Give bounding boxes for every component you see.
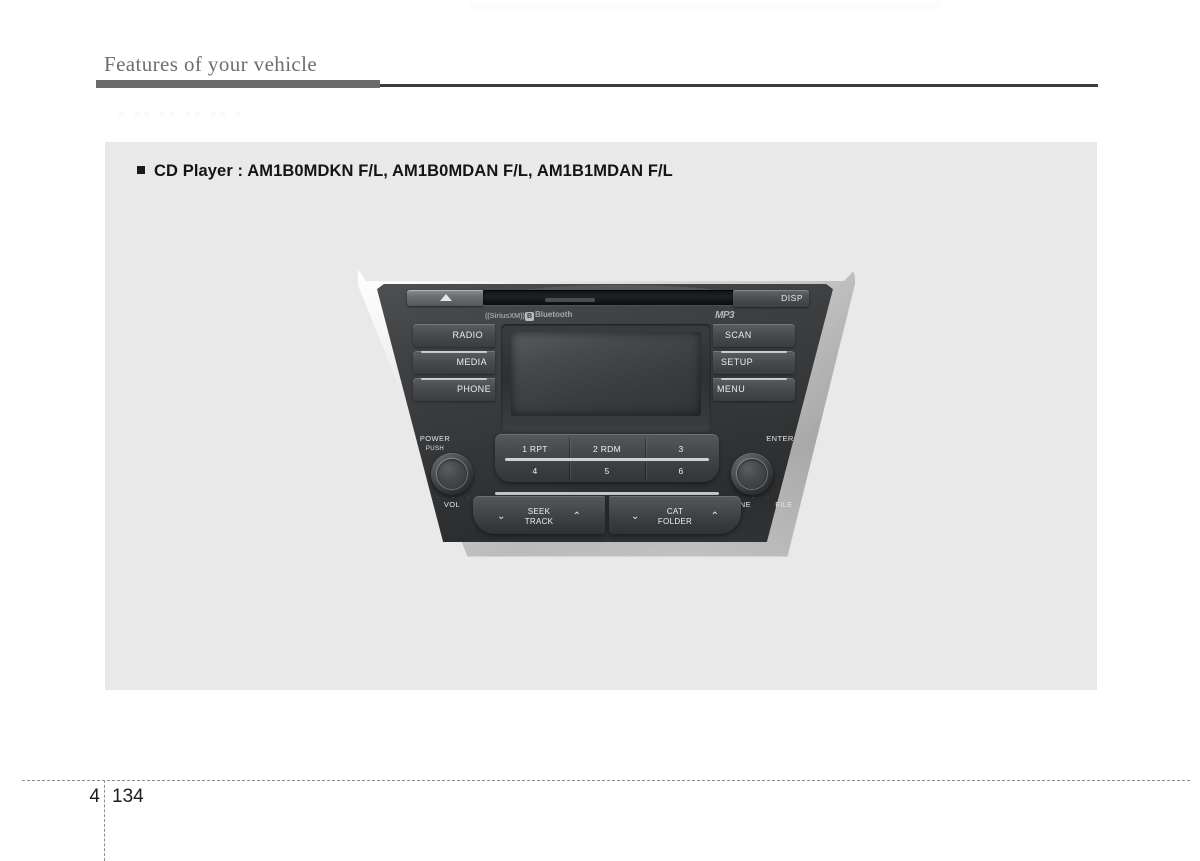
push-label: PUSH — [425, 446, 445, 452]
footer-divider-horizontal — [22, 780, 1190, 781]
preset-divider — [645, 438, 646, 458]
volume-knob[interactable] — [431, 453, 473, 495]
seek-label: SEEK — [527, 507, 551, 516]
bluetooth-logo: B Bluetooth — [525, 310, 572, 321]
display-screen — [511, 332, 701, 416]
right-button-stack: SCAN SETUP MENU — [713, 324, 795, 405]
cat-label: CAT — [666, 507, 684, 516]
eject-icon — [440, 294, 452, 301]
preset-button-pad: 1 RPT 2 RDM 3 4 5 6 — [495, 434, 719, 482]
seek-track-button[interactable]: ⌄ SEEK TRACK ⌃ — [473, 496, 605, 534]
power-knob-top-label: POWER PUSH — [409, 434, 461, 454]
header-rule-thick — [96, 80, 380, 88]
header-rule-thin — [380, 84, 1098, 87]
preset-divider — [569, 462, 570, 480]
display-bezel — [501, 324, 711, 432]
radio-button[interactable]: RADIO — [413, 324, 495, 347]
preset-divider — [645, 462, 646, 480]
cd-slot-lip — [545, 298, 595, 302]
scan-button-label: SCAN — [725, 330, 752, 340]
preset-button-3[interactable]: 3 — [647, 444, 715, 454]
preset-button-2[interactable]: 2 RDM — [573, 444, 641, 454]
enter-label: ENTER — [766, 434, 794, 443]
scan-button[interactable]: SCAN — [713, 324, 795, 347]
radio-button-label: RADIO — [452, 330, 483, 340]
cd-player-head-unit: DISP ((SiriusXM)) B Bluetooth MP3 RADIO M… — [355, 268, 855, 558]
bluetooth-logo-text: Bluetooth — [535, 310, 573, 319]
cat-folder-button[interactable]: ⌄ CAT FOLDER ⌃ — [609, 496, 741, 534]
ghost-text-artifact: ■ ■■ ■■ ■■ ■■ ■ — [118, 108, 243, 120]
power-label: POWER — [419, 434, 451, 443]
siriusxm-logo: ((SiriusXM)) — [485, 311, 525, 320]
eject-button[interactable] — [407, 290, 483, 306]
rocker-button-row: ⌄ SEEK TRACK ⌃ ⌄ CAT FOLDER ⌃ — [473, 492, 741, 534]
menu-button-label: MENU — [717, 384, 746, 394]
menu-button-highlight — [721, 378, 787, 380]
chapter-number: 4 — [89, 786, 100, 807]
folder-up-icon[interactable]: ⌃ — [711, 512, 719, 522]
page-title: Features of your vehicle — [104, 52, 318, 76]
media-button-highlight — [421, 351, 487, 353]
bullet-square-icon — [137, 166, 145, 174]
rocker-row-highlight — [495, 492, 719, 495]
tune-knob[interactable] — [731, 453, 773, 495]
scan-artifact — [470, 2, 940, 10]
page-header: Features of your vehicle — [0, 0, 1200, 100]
media-button[interactable]: MEDIA — [413, 351, 495, 374]
disp-button[interactable]: DISP — [733, 290, 809, 307]
vol-label: VOL — [443, 500, 461, 509]
phone-button[interactable]: PHONE — [413, 378, 495, 401]
preset-button-6[interactable]: 6 — [647, 466, 715, 476]
preset-pad-highlight — [505, 458, 709, 461]
track-label: TRACK — [524, 516, 554, 526]
left-button-stack: RADIO MEDIA PHONE — [413, 324, 495, 405]
phone-button-highlight — [421, 378, 487, 380]
disp-button-label: DISP — [781, 293, 803, 303]
seek-up-icon[interactable]: ⌃ — [573, 512, 581, 522]
mp3-logo: MP3 — [715, 310, 735, 321]
cat-folder-label: CAT FOLDER — [609, 507, 741, 526]
logo-row: ((SiriusXM)) B Bluetooth MP3 — [377, 310, 833, 324]
cd-slot — [483, 290, 749, 305]
preset-divider — [569, 438, 570, 458]
footer-divider-vertical — [104, 780, 105, 861]
folder-label: FOLDER — [657, 516, 693, 526]
media-button-label: MEDIA — [456, 357, 487, 367]
seek-track-label: SEEK TRACK — [473, 507, 605, 526]
menu-button[interactable]: MENU — [713, 378, 795, 401]
preset-button-5[interactable]: 5 — [573, 466, 641, 476]
preset-button-1[interactable]: 1 RPT — [501, 444, 569, 454]
section-heading-text: CD Player : AM1B0MDKN F/L, AM1B0MDAN F/L… — [154, 162, 673, 180]
file-label: FILE — [775, 500, 793, 509]
page-number: 134 — [112, 786, 144, 807]
content-panel: CD Player : AM1B0MDKN F/L, AM1B0MDAN F/L… — [105, 142, 1097, 690]
bluetooth-icon: B — [525, 312, 534, 321]
setup-button-highlight — [721, 351, 787, 353]
section-heading: CD Player : AM1B0MDKN F/L, AM1B0MDAN F/L… — [137, 162, 673, 181]
setup-button-label: SETUP — [721, 357, 754, 367]
phone-button-label: PHONE — [456, 384, 491, 394]
setup-button[interactable]: SETUP — [713, 351, 795, 374]
preset-button-4[interactable]: 4 — [501, 466, 569, 476]
